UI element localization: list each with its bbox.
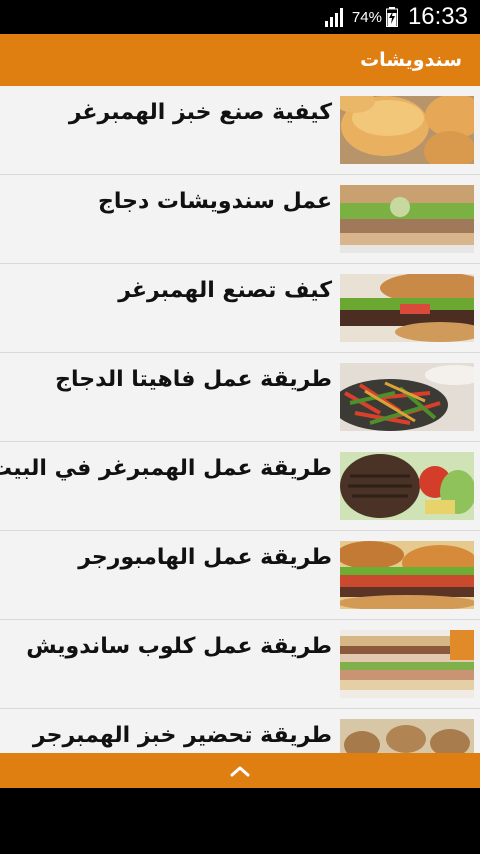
list-item-label: طريقة عمل الهامبورجر: [78, 545, 332, 570]
recipe-list[interactable]: كيفية صنع خبز الهمبرغر عمل سندويشات دجاج: [0, 86, 480, 753]
app-bar: سندويشات: [0, 34, 480, 86]
scroll-up-bar[interactable]: [0, 753, 480, 788]
hamburger-close-photo: [340, 541, 474, 609]
status-bar: 74% 16:33: [0, 0, 480, 34]
club-sandwich-photo: [340, 630, 474, 698]
system-nav-area: [0, 788, 480, 854]
battery-percent: 74%: [351, 8, 382, 26]
list-item[interactable]: طريقة عمل الهمبرغر في البيت: [0, 442, 480, 531]
list-item-label: طريقة عمل فاهيتا الدجاج: [55, 367, 332, 392]
chicken-sandwich-photo: [340, 185, 474, 253]
chevron-up-icon[interactable]: [229, 764, 251, 778]
list-item-label: كيفية صنع خبز الهمبرغر: [68, 100, 332, 125]
list-item-label: عمل سندويشات دجاج: [97, 189, 332, 214]
list-item-label: طريقة عمل كلوب ساندويش: [26, 634, 332, 659]
list-item-label: كيف تصنع الهمبرغر: [118, 278, 332, 303]
list-item[interactable]: طريقة عمل كلوب ساندويش: [0, 620, 480, 709]
list-item[interactable]: طريقة عمل الهامبورجر: [0, 531, 480, 620]
list-item[interactable]: طريقة عمل فاهيتا الدجاج: [0, 353, 480, 442]
clock: 16:33: [407, 3, 468, 30]
list-item[interactable]: كيف تصنع الهمبرغر: [0, 264, 480, 353]
list-item[interactable]: كيفية صنع خبز الهمبرغر: [0, 86, 480, 175]
hamburger-photo: [340, 274, 474, 342]
list-item[interactable]: طريقة تحضير خبز الهمبرجر: [0, 709, 480, 753]
burger-buns-tray-photo: [340, 719, 474, 753]
chicken-fajita-photo: [340, 363, 474, 431]
burger-buns-photo: [340, 96, 474, 164]
battery-charging-icon: [385, 7, 398, 27]
list-item-label: طريقة عمل الهمبرغر في البيت: [0, 456, 332, 481]
burger-patty-photo: [340, 452, 474, 520]
signal-icon: [324, 8, 343, 27]
list-item[interactable]: عمل سندويشات دجاج: [0, 175, 480, 264]
list-item-label: طريقة تحضير خبز الهمبرجر: [32, 723, 332, 748]
page-title: سندويشات: [360, 49, 462, 71]
